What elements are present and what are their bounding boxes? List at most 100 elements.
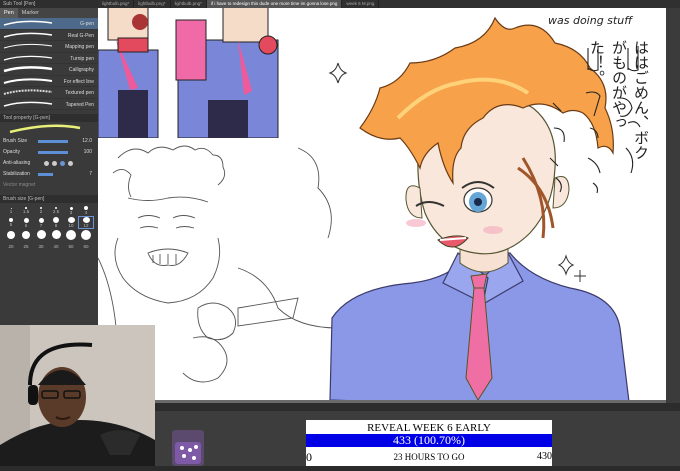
brush-size-value: 50	[68, 244, 74, 249]
property-label: Vector magnet	[3, 182, 36, 188]
goal-max-value: 430	[537, 451, 552, 462]
file-tab-active[interactable]: if i have to redesign this dude one more…	[206, 0, 343, 8]
brush-stroke-icon	[3, 55, 53, 61]
property-value: 12.0	[82, 138, 92, 144]
file-tab[interactable]: lightbulb.png*	[98, 0, 135, 8]
dot-icon	[66, 229, 76, 240]
aa-option-icon[interactable]	[52, 161, 57, 166]
brush-size-option[interactable]	[49, 229, 63, 240]
brush-size-option[interactable]: 6	[19, 217, 33, 228]
brush-size-option[interactable]: 3	[64, 205, 78, 216]
brush-item-real-g-pen[interactable]: Real G-Pen	[0, 30, 98, 41]
brush-size-option[interactable]: 1.5	[19, 205, 33, 216]
anti-aliasing-options[interactable]	[44, 161, 73, 166]
brush-size-option[interactable]	[19, 229, 33, 240]
property-stabilization[interactable]: Stabilization 7	[0, 169, 98, 180]
brush-size-option[interactable]: 25	[19, 241, 33, 252]
brush-item-turnip-pen[interactable]: Turnip pen	[0, 53, 98, 64]
brush-stroke-icon	[3, 43, 53, 49]
brush-label: Textured pen	[65, 90, 94, 96]
reference-image[interactable]	[97, 0, 298, 139]
brush-size-grid: 1 1.5 2 2.5 3 4 5 6 7 8 10 12 20 25 30 4…	[0, 203, 98, 254]
sub-tool-tabs: Pen Marker	[0, 8, 98, 18]
brush-size-option-selected[interactable]: 12	[78, 216, 94, 229]
brush-size-option[interactable]: 20	[4, 241, 18, 252]
aa-option-icon[interactable]	[44, 161, 49, 166]
brush-stroke-icon	[3, 32, 53, 38]
tab-pen[interactable]: Pen	[0, 8, 18, 18]
property-label: Stabilization	[3, 171, 30, 177]
brush-size-option[interactable]: 2.5	[49, 205, 63, 216]
brush-size-value: 8	[54, 223, 58, 228]
brush-size-title: Brush size [G-pen]	[0, 195, 98, 203]
brush-item-effect-line[interactable]: For effect line	[0, 76, 98, 87]
brush-size-slider[interactable]	[38, 140, 68, 143]
brush-size-option[interactable]: 5	[4, 217, 18, 228]
opacity-slider[interactable]	[38, 151, 68, 154]
brush-size-value: 7	[39, 222, 43, 228]
brush-size-option[interactable]: 7	[34, 217, 48, 228]
property-opacity[interactable]: Opacity 100	[0, 147, 98, 158]
brush-stroke-icon	[3, 101, 53, 107]
aa-option-icon[interactable]	[60, 161, 65, 166]
file-tab[interactable]: lightbulb.png*	[134, 0, 171, 8]
webcam-image	[0, 325, 155, 466]
dot-icon	[22, 230, 30, 239]
layer-thumbnail[interactable]	[172, 430, 204, 466]
vertical-scrollbar[interactable]	[666, 8, 680, 403]
sparkle-thumbnail-art	[175, 442, 201, 464]
brush-preview	[0, 122, 98, 136]
brush-list: G-pen Real G-Pen Mapping pen Turnip pen …	[0, 18, 98, 110]
tool-panel: Sub Tool [Pen] Pen Marker G-pen Real G-P…	[0, 0, 98, 325]
aa-option-icon[interactable]	[68, 161, 73, 166]
brush-size-option[interactable]	[34, 229, 48, 240]
brush-size-value: 2	[39, 209, 43, 214]
property-vector-magnet[interactable]: Vector magnet	[0, 180, 98, 191]
dot-icon	[7, 230, 15, 239]
brush-size-option[interactable]: 8	[49, 217, 63, 228]
brush-item-calligraphy[interactable]: Calligraphy	[0, 64, 98, 76]
property-anti-aliasing[interactable]: Anti-aliasing	[0, 158, 98, 169]
brush-size-option[interactable]: 2	[34, 205, 48, 216]
brush-size-value: 20	[8, 244, 14, 249]
brush-size-option[interactable]: 10	[64, 217, 78, 228]
stabilization-slider[interactable]	[38, 173, 53, 176]
webcam-feed	[0, 325, 155, 466]
brush-size-option[interactable]: 4	[79, 205, 93, 216]
property-value: 100	[83, 149, 92, 155]
brush-size-value: 25	[23, 244, 29, 249]
dot-icon	[51, 230, 61, 239]
brush-label: For effect line	[63, 78, 94, 85]
brush-size-value: 6	[24, 222, 28, 228]
file-tab[interactable]: lightbulb.png*	[171, 0, 207, 8]
property-label: Anti-aliasing	[3, 160, 31, 166]
tab-marker[interactable]: Marker	[18, 8, 43, 18]
brush-item-mapping-pen[interactable]: Mapping pen	[0, 41, 98, 53]
property-label: Opacity	[3, 149, 20, 155]
brush-item-tapered-pen[interactable]: Tapered Pen	[0, 99, 98, 110]
tool-property-title: Tool property [G-pen]	[0, 114, 98, 122]
brush-size-option[interactable]	[79, 229, 93, 240]
brush-item-g-pen[interactable]: G-pen	[0, 18, 98, 30]
brush-label: Calligraphy	[68, 67, 94, 73]
brush-size-value: 1.5	[22, 208, 30, 214]
brush-size-value: 2.5	[52, 209, 60, 215]
brush-label: Real G-Pen	[67, 32, 94, 39]
property-brush-size[interactable]: Brush Size 12.0	[0, 136, 98, 147]
brush-size-option[interactable]	[4, 229, 18, 240]
brush-size-value: 4	[84, 210, 88, 215]
brush-size-option[interactable]: 1	[4, 205, 18, 216]
brush-size-option[interactable]: 40	[49, 241, 63, 252]
brush-size-value: 3	[69, 209, 73, 215]
brush-size-option[interactable]	[64, 229, 78, 240]
brush-item-textured-pen[interactable]: Textured pen	[0, 87, 98, 99]
brush-stroke-icon	[3, 20, 53, 26]
brush-size-value: 30	[38, 244, 44, 249]
goal-progress-text: 433 (100.70%)	[393, 433, 465, 447]
brush-stroke-icon	[3, 66, 53, 73]
brush-size-option[interactable]: 50	[64, 241, 78, 252]
property-value: 7	[89, 171, 92, 177]
file-tab[interactable]: week 6 M.png	[342, 0, 380, 8]
brush-size-option[interactable]: 30	[34, 241, 48, 252]
brush-size-option[interactable]: 60	[79, 241, 93, 252]
